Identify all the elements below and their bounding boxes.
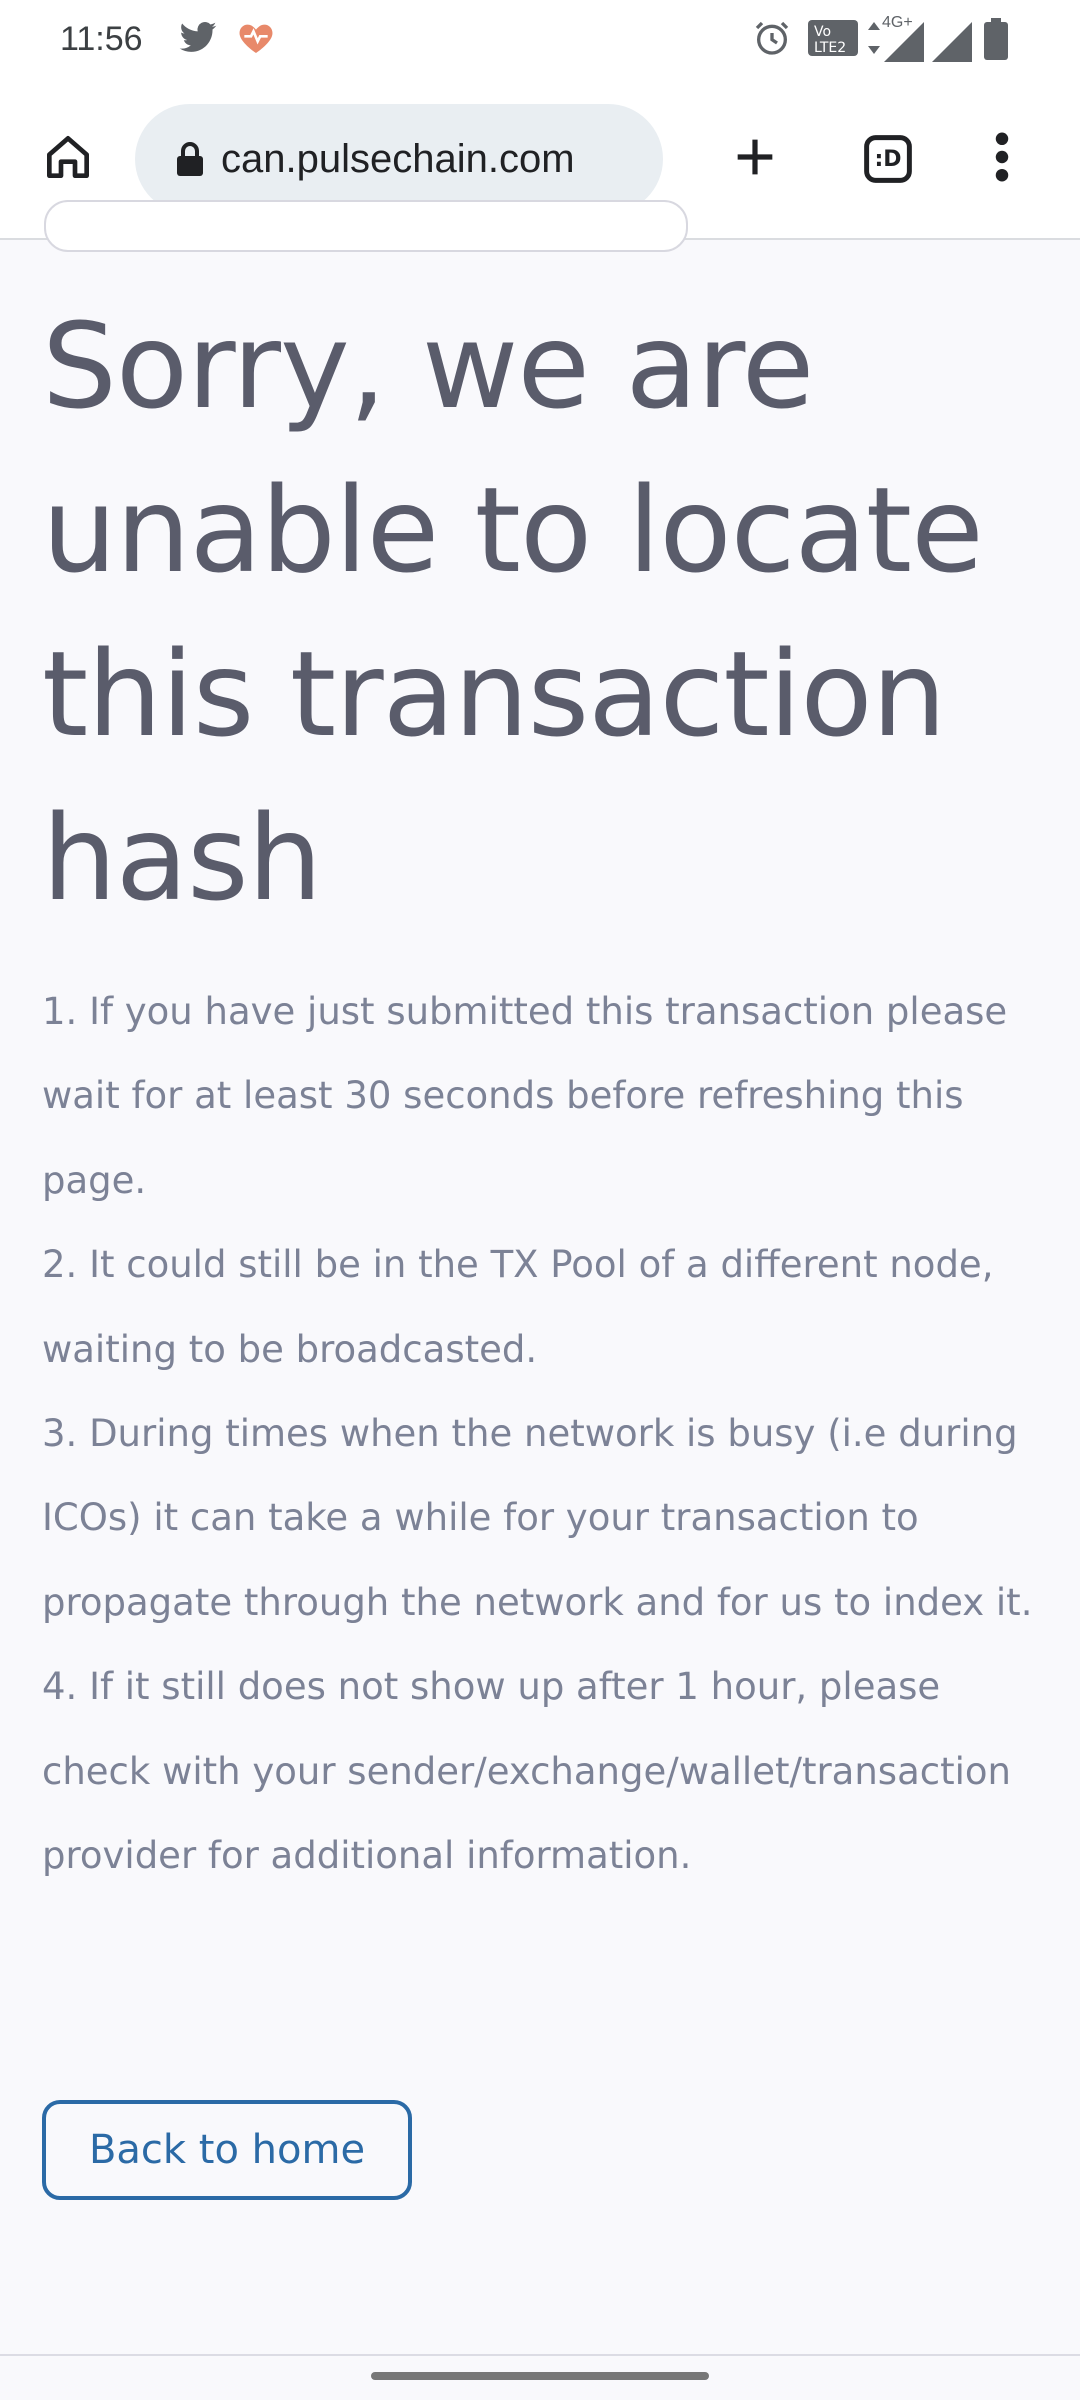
svg-text:LTE2: LTE2 (814, 40, 846, 56)
status-bar: 11:56 Vo LTE2 4G+ (0, 0, 1080, 80)
plus-icon (729, 131, 781, 187)
info-list: 1. If you have just submitted this trans… (42, 970, 1042, 1898)
list-item: 4. If it still does not show up after 1 … (42, 1665, 1011, 1878)
list-item: 2. It could still be in the TX Pool of a… (42, 1243, 994, 1371)
url-text: can.pulsechain.com (221, 136, 575, 181)
tab-count: :D (874, 146, 902, 172)
more-options-button[interactable] (962, 119, 1042, 199)
back-to-home-button[interactable]: Back to home (42, 2100, 412, 2200)
page-title: Sorry, we are unable to locate this tran… (42, 297, 984, 927)
battery-icon (984, 18, 1008, 64)
more-vert-icon (994, 131, 1010, 187)
volte-icon: Vo LTE2 (806, 18, 860, 62)
lock-icon[interactable] (175, 140, 205, 178)
signal-2-icon (932, 18, 972, 66)
bottom-divider (0, 2354, 1080, 2356)
tab-switcher-button[interactable]: :D (848, 119, 928, 199)
home-button[interactable] (28, 119, 108, 199)
alarm-icon (752, 18, 792, 62)
signal-icon (884, 18, 924, 66)
svg-text:Vo: Vo (814, 24, 831, 40)
page-content: Sorry, we are unable to locate this tran… (0, 200, 1080, 2350)
home-icon (40, 129, 96, 189)
list-item: 1. If you have just submitted this trans… (42, 990, 1008, 1202)
tab-switcher-icon: :D (861, 132, 915, 186)
gesture-nav-handle[interactable] (371, 2372, 709, 2380)
list-item: 3. During times when the network is busy… (42, 1412, 1033, 1624)
health-heart-icon (234, 18, 278, 62)
search-field-partial (44, 200, 688, 252)
twitter-icon (176, 18, 220, 62)
status-time: 11:56 (60, 20, 143, 58)
address-bar[interactable]: can.pulsechain.com (135, 104, 663, 214)
data-arrows-icon (866, 18, 882, 62)
new-tab-button[interactable] (715, 119, 795, 199)
